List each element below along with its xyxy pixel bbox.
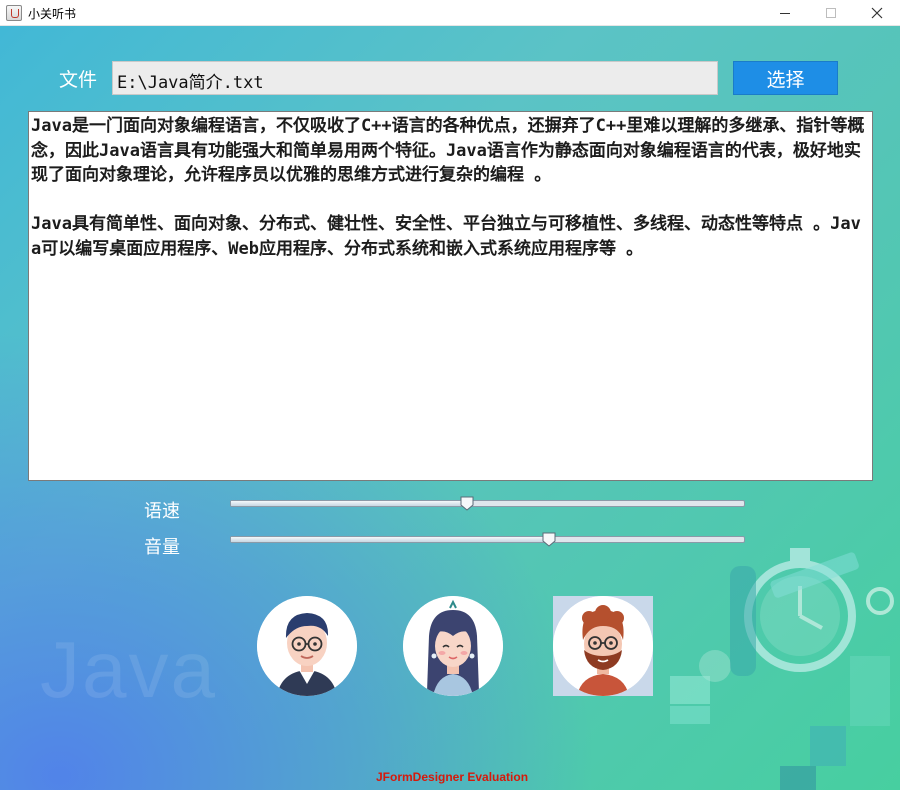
volume-slider-thumb[interactable]	[542, 532, 556, 547]
minimize-icon	[780, 12, 790, 14]
speed-slider[interactable]	[230, 496, 745, 511]
speed-slider-thumb[interactable]	[460, 496, 474, 511]
volume-label: 音量	[144, 537, 180, 558]
window-content: Java 文件 E:\Java简介.txt 选择 Java是一门面向对象编程语言…	[0, 26, 900, 790]
maximize-button[interactable]	[808, 0, 854, 26]
voice-avatar-3[interactable]	[553, 596, 653, 696]
choose-file-button[interactable]: 选择	[733, 61, 838, 95]
stopwatch-illustration	[670, 548, 894, 790]
voice-avatar-3-selected-frame[interactable]	[553, 596, 653, 696]
text-paragraph: Java是一门面向对象编程语言，不仅吸收了C++语言的各种优点，还摒弃了C++里…	[31, 116, 865, 185]
voice-avatar-2[interactable]	[403, 596, 503, 696]
close-icon	[871, 7, 883, 19]
volume-slider-fill	[231, 537, 550, 542]
volume-slider[interactable]	[230, 532, 745, 547]
woman-long-hair-avatar-icon	[403, 596, 503, 696]
evaluation-watermark: JFormDesigner Evaluation	[376, 770, 529, 784]
window-title: 小关听书	[28, 7, 77, 21]
file-label: 文件	[59, 69, 98, 91]
java-background-logo: Java	[40, 625, 217, 714]
close-button[interactable]	[854, 0, 900, 26]
minimize-button[interactable]	[762, 0, 808, 26]
slider-thumb-icon	[542, 532, 556, 547]
voice-avatar-1[interactable]	[257, 596, 357, 696]
file-path-field[interactable]: E:\Java简介.txt	[112, 61, 718, 95]
java-app-icon	[6, 5, 22, 21]
text-content-area[interactable]: Java是一门面向对象编程语言，不仅吸收了C++语言的各种优点，还摒弃了C++里…	[28, 111, 873, 481]
title-bar: 小关听书	[0, 0, 900, 26]
man-glasses-avatar-icon	[257, 596, 357, 696]
text-paragraph: Java具有简单性、面向对象、分布式、健壮性、安全性、平台独立与可移植性、多线程…	[31, 214, 861, 259]
speed-label: 语速	[144, 501, 180, 522]
slider-thumb-icon	[460, 496, 474, 511]
maximize-icon	[826, 8, 836, 18]
man-beard-avatar-icon	[553, 596, 653, 696]
speed-slider-fill	[231, 501, 467, 506]
